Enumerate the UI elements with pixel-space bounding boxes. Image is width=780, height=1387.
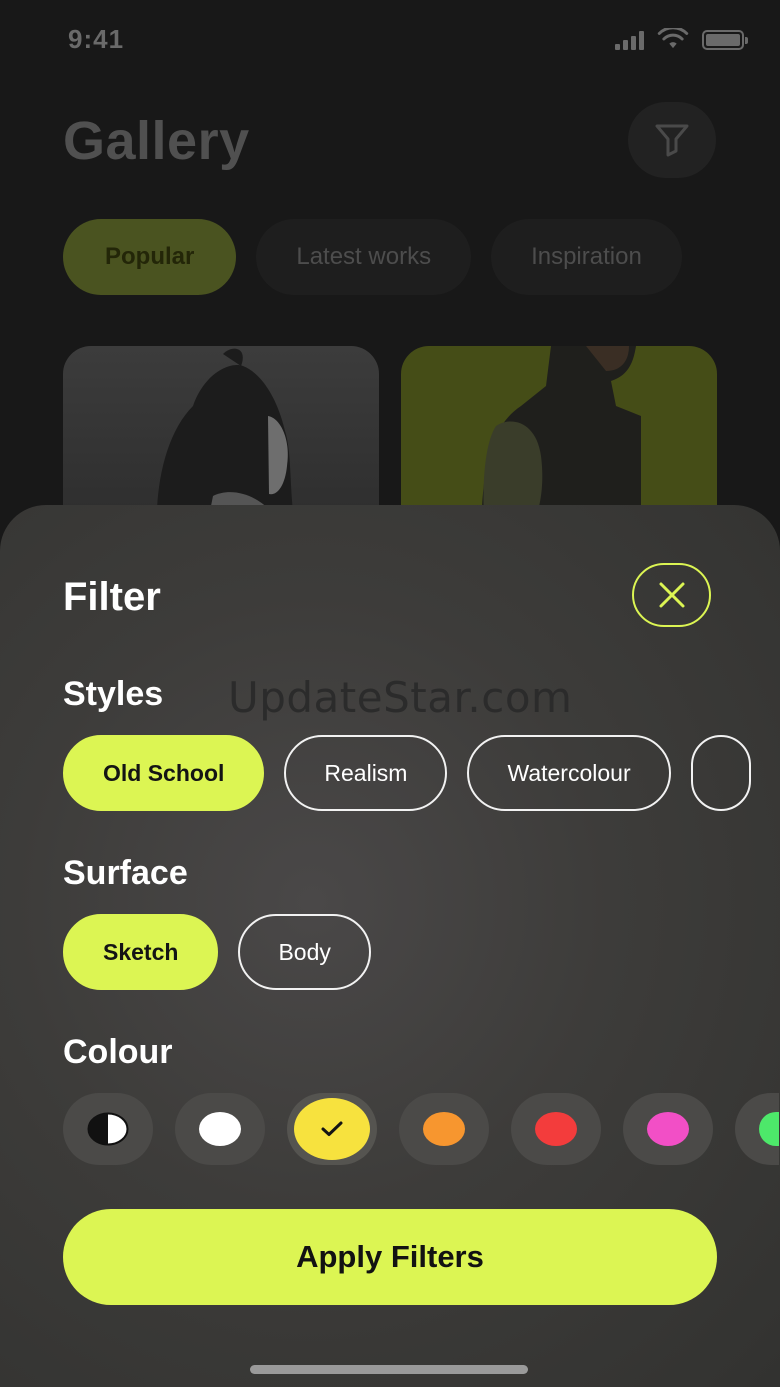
swatch-red[interactable] [511, 1093, 601, 1165]
tab-inspiration[interactable]: Inspiration [491, 219, 682, 295]
green-dot [759, 1112, 779, 1146]
home-indicator [250, 1365, 528, 1374]
watermark: UpdateStar.com [228, 673, 573, 722]
battery-icon [702, 30, 748, 50]
black-white-icon [87, 1112, 129, 1146]
filter-sheet: Filter UpdateStar.com Styles Old School … [0, 505, 780, 1387]
styles-chips: Old School Realism Watercolour [63, 735, 751, 811]
check-icon [321, 1121, 343, 1136]
gallery-tabs: Popular Latest works Inspiration [63, 219, 682, 295]
pink-dot [647, 1112, 689, 1146]
tab-latest-works[interactable]: Latest works [256, 219, 472, 295]
swatch-black-white[interactable] [63, 1093, 153, 1165]
chip-realism[interactable]: Realism [284, 735, 448, 811]
chip-sketch[interactable]: Sketch [63, 914, 219, 990]
page-title: Gallery [63, 111, 250, 171]
chip-more-style[interactable] [690, 735, 751, 811]
swatch-yellow[interactable] [287, 1093, 377, 1165]
swatch-white[interactable] [175, 1093, 265, 1165]
colour-swatches [63, 1093, 779, 1165]
status-icons [615, 28, 748, 50]
wifi-icon [657, 28, 689, 49]
filter-button[interactable] [628, 102, 716, 178]
colour-label: Colour [63, 1033, 173, 1071]
swatch-orange[interactable] [399, 1093, 489, 1165]
swatch-green[interactable] [735, 1093, 779, 1165]
cellular-signal-icon [615, 30, 644, 50]
apply-filters-button[interactable]: Apply Filters [63, 1209, 717, 1305]
red-dot [535, 1112, 577, 1146]
chip-old-school[interactable]: Old School [63, 735, 265, 811]
sheet-title: Filter [63, 575, 161, 619]
chip-body[interactable]: Body [238, 914, 371, 990]
close-button[interactable] [632, 563, 711, 627]
yellow-dot [294, 1098, 370, 1160]
status-bar: 9:41 [0, 0, 780, 80]
tab-popular[interactable]: Popular [63, 219, 237, 295]
styles-label: Styles [63, 675, 164, 713]
status-time: 9:41 [68, 24, 125, 54]
surface-chips: Sketch Body [63, 914, 371, 990]
close-icon [659, 582, 684, 608]
white-dot [199, 1112, 241, 1146]
filter-icon [655, 124, 689, 157]
surface-label: Surface [63, 854, 188, 892]
swatch-pink[interactable] [623, 1093, 713, 1165]
chip-watercolour[interactable]: Watercolour [467, 735, 671, 811]
orange-dot [423, 1112, 465, 1146]
